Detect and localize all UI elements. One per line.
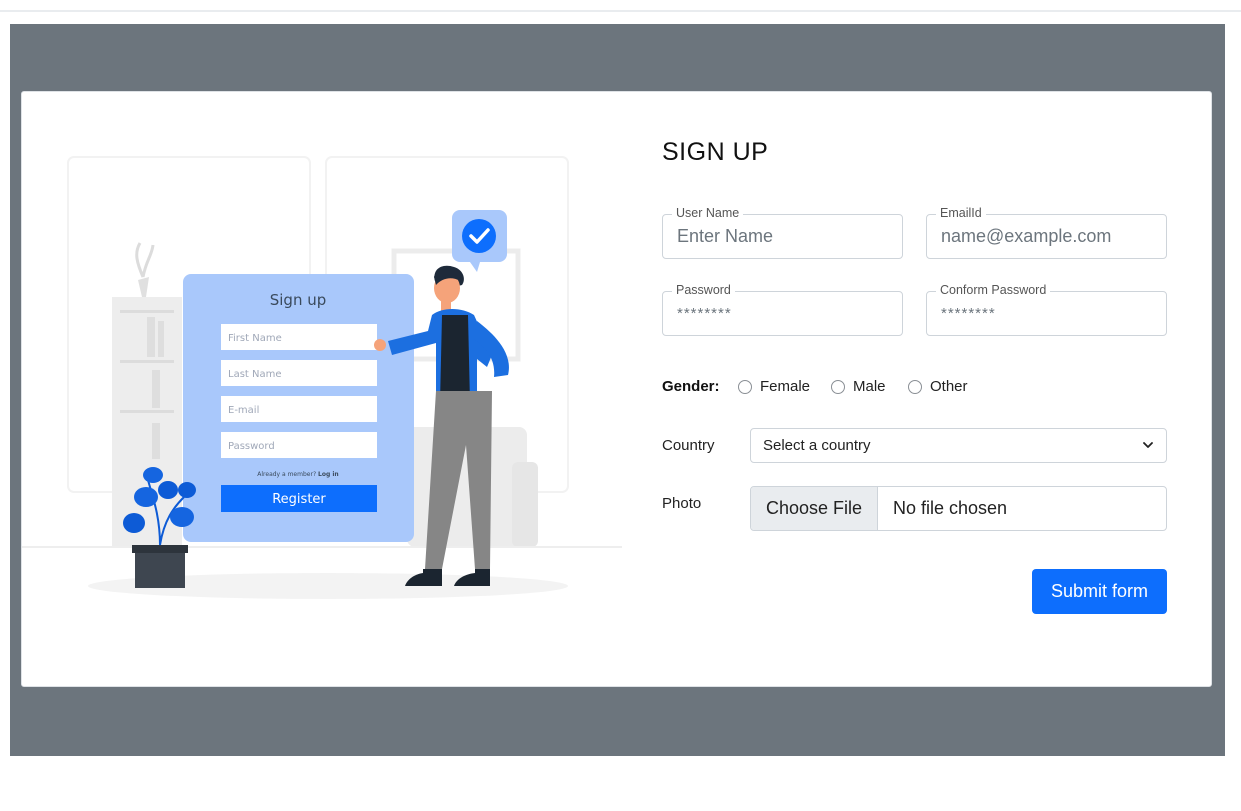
illus-field-email: E-mail: [228, 405, 259, 416]
confirm-password-field: Conform Password: [926, 282, 1167, 336]
form-title: SIGN UP: [662, 138, 769, 166]
gender-option-male[interactable]: Male: [831, 378, 886, 395]
radio-female[interactable]: [738, 379, 752, 394]
country-label: Country: [662, 437, 715, 454]
radio-female-label: Female: [760, 378, 811, 395]
password-input[interactable]: [677, 291, 897, 336]
radio-male-label: Male: [853, 378, 886, 395]
submit-button[interactable]: Submit form: [1032, 569, 1167, 614]
illus-register-button: Register: [272, 492, 326, 507]
choose-file-button[interactable]: Choose File: [751, 487, 878, 530]
email-field: EmailId: [926, 205, 1167, 259]
illus-login-link: Log in: [318, 471, 339, 478]
gender-option-other[interactable]: Other: [908, 378, 968, 395]
top-divider: [0, 10, 1241, 12]
illus-already-member: Already a member?: [257, 471, 316, 478]
radio-male[interactable]: [831, 379, 845, 394]
illus-form-title: Sign up: [270, 291, 327, 309]
radio-other[interactable]: [908, 379, 922, 394]
country-select[interactable]: Select a country: [750, 428, 1167, 463]
email-input[interactable]: [941, 214, 1161, 259]
file-status: No file chosen: [893, 498, 1008, 518]
photo-file-input[interactable]: Choose File No file chosen: [750, 486, 1167, 531]
illus-field-first-name: First Name: [228, 333, 282, 344]
radio-other-label: Other: [930, 378, 968, 395]
svg-text:Already a member? Log in: Already a member? Log in: [257, 471, 338, 478]
signup-illustration: Sign up First Name Last Name E-mail Pass…: [22, 156, 622, 599]
country-selected-value: Select a country: [763, 437, 871, 454]
username-field: User Name: [662, 205, 903, 259]
gender-option-female[interactable]: Female: [738, 378, 810, 395]
username-input[interactable]: [677, 214, 897, 259]
gender-label: Gender:: [662, 378, 720, 395]
illus-field-password: Password: [228, 441, 275, 452]
chevron-down-icon: [1143, 442, 1153, 448]
illus-field-last-name: Last Name: [228, 369, 282, 380]
photo-label: Photo: [662, 495, 702, 512]
password-field: Password: [662, 282, 903, 336]
confirm-password-input[interactable]: [941, 291, 1161, 336]
